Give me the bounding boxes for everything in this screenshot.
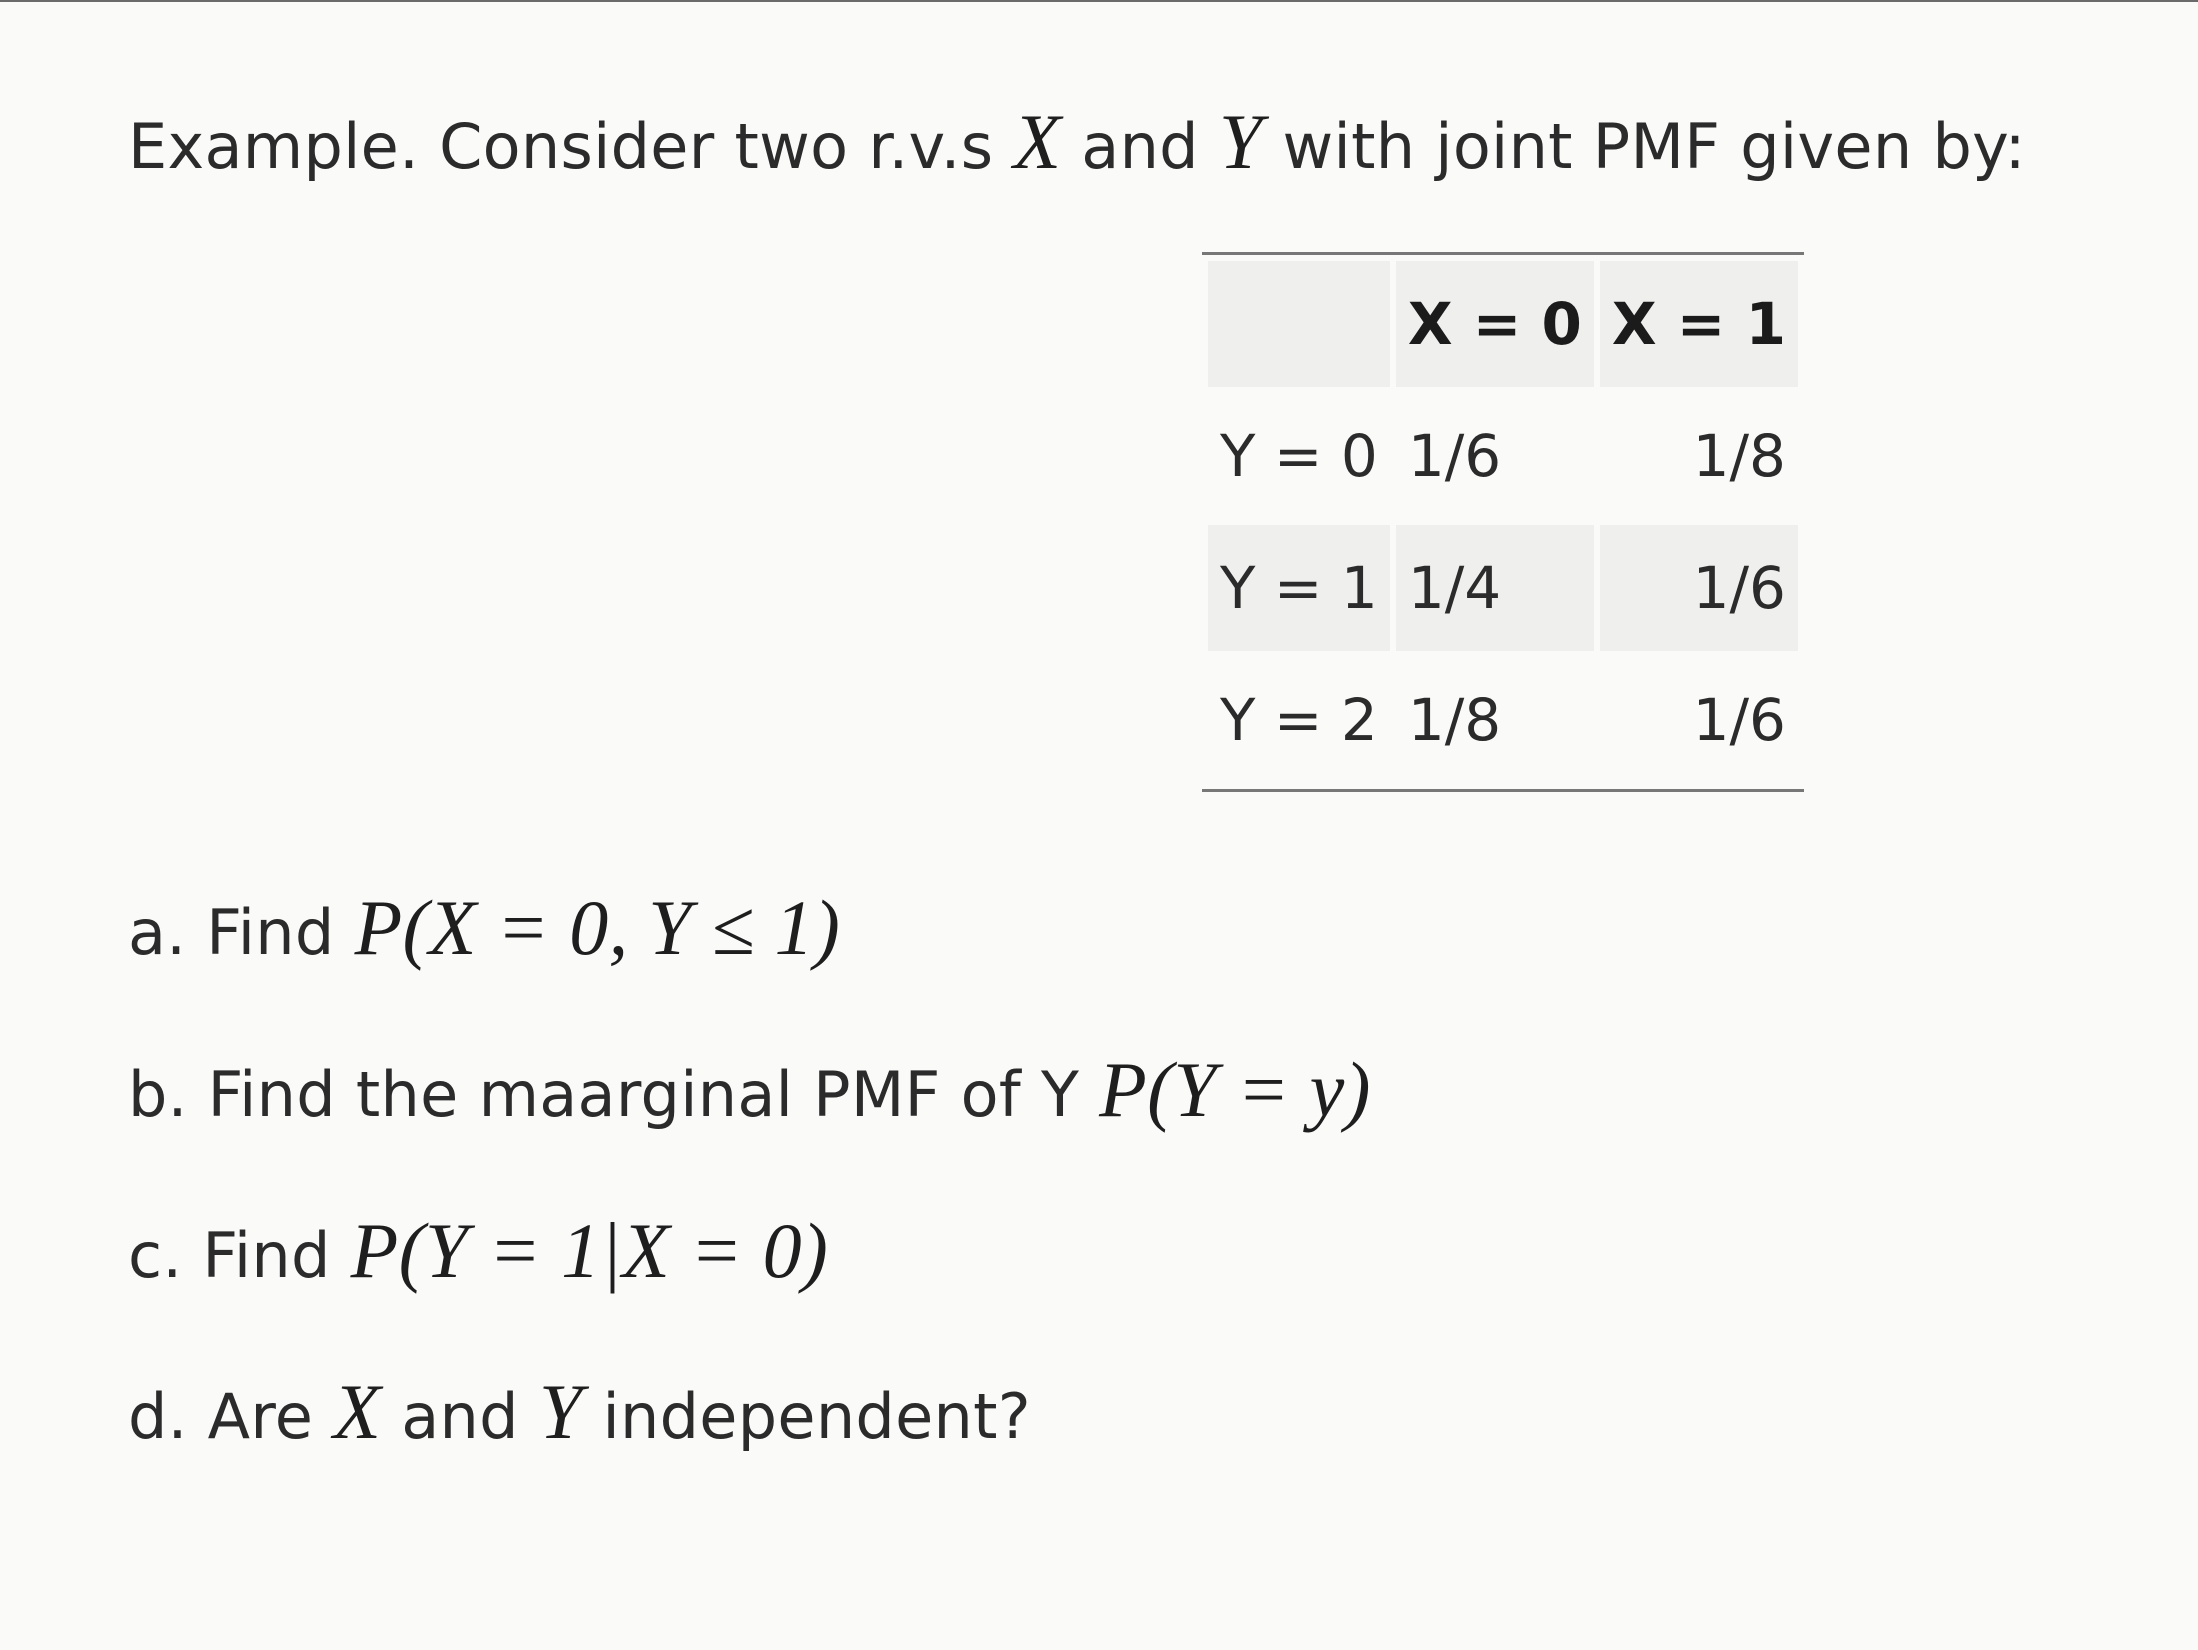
question-b-math: P(Y = y)	[1099, 1046, 1371, 1133]
question-a-math: P(X = 0, Y ≤ 1)	[354, 884, 841, 971]
intro-and: and	[1081, 110, 1199, 183]
question-d: d. Are X and Y independent?	[128, 1372, 1031, 1457]
variable-y: Y	[1218, 98, 1263, 185]
question-c: c. Find P(Y = 1|X = 0)	[128, 1211, 828, 1296]
question-b: b. Find the maarginal PMF of Y P(Y = y)	[128, 1050, 1371, 1135]
table-cell: 1/6	[1692, 686, 1786, 754]
table-row: Y = 2 1/8 1/6	[1208, 657, 1798, 783]
table-row: Y = 0 1/6 1/8	[1208, 393, 1798, 519]
top-divider	[0, 0, 2198, 2]
question-b-text: b. Find the maarginal PMF of Y	[128, 1058, 1080, 1131]
question-d-suffix: independent?	[602, 1380, 1031, 1453]
question-a-text: a. Find	[128, 896, 335, 969]
joint-pmf-table: X = 0 X = 1 Y = 0 1/6 1/8 Y = 1 1/4 1/6 …	[1202, 252, 1804, 792]
question-d-prefix: d. Are	[128, 1380, 314, 1453]
table-cell: 1/8	[1407, 686, 1502, 754]
table-cell: 1/6	[1599, 525, 1798, 651]
question-d-and: and	[401, 1380, 519, 1453]
header-x0: X = 0	[1395, 261, 1594, 387]
variable-x: X	[1013, 98, 1062, 185]
table-cell: 1/8	[1692, 422, 1786, 490]
intro-suffix: with joint PMF given by:	[1282, 110, 2026, 183]
variable-x: X	[333, 1368, 382, 1455]
intro-sentence: Example. Consider two r.v.s X and Y with…	[128, 102, 2026, 187]
table-cell: 1/4	[1395, 525, 1594, 651]
table-cell: 1/6	[1407, 422, 1502, 490]
row-label: Y = 0	[1220, 422, 1378, 490]
table-row: Y = 1 1/4 1/6	[1208, 525, 1798, 651]
variable-y: Y	[538, 1368, 583, 1455]
question-c-text: c. Find	[128, 1219, 331, 1292]
question-a: a. Find P(X = 0, Y ≤ 1)	[128, 888, 840, 973]
table-header-row: X = 0 X = 1	[1208, 261, 1798, 387]
intro-prefix: Example. Consider two r.v.s	[128, 110, 994, 183]
header-corner	[1208, 261, 1390, 387]
row-label: Y = 1	[1208, 525, 1390, 651]
header-x1: X = 1	[1599, 261, 1798, 387]
row-label: Y = 2	[1220, 686, 1378, 754]
question-c-math: P(Y = 1|X = 0)	[350, 1207, 829, 1294]
